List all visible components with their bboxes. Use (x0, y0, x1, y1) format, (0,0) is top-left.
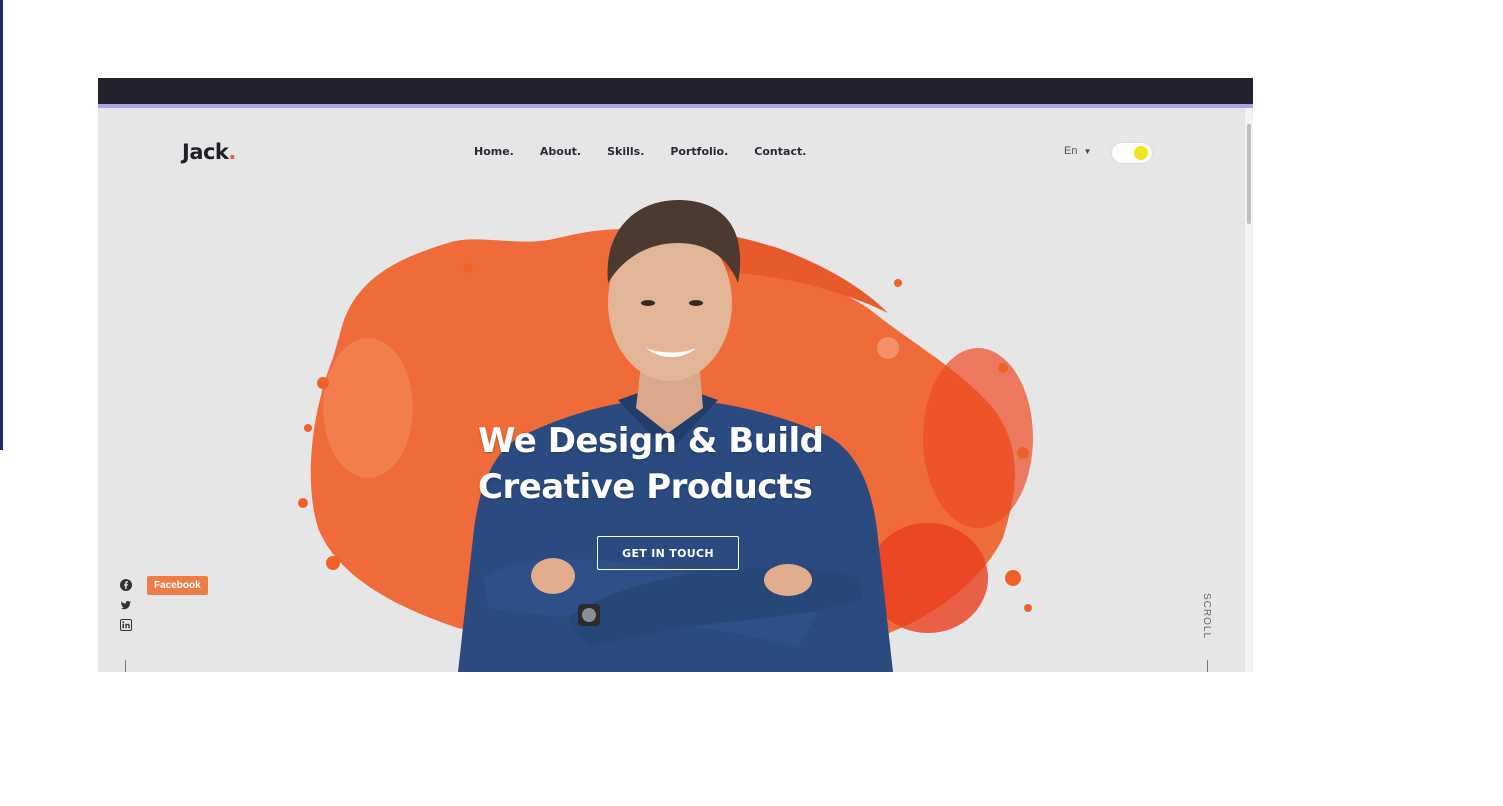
page-scrollbar[interactable] (1245, 108, 1253, 672)
chevron-down-icon: ▼ (1083, 146, 1092, 156)
facebook-icon[interactable] (119, 578, 133, 592)
nav-item-skills[interactable]: Skills. (607, 145, 644, 158)
scrollbar-thumb[interactable] (1247, 124, 1251, 224)
nav-item-portfolio[interactable]: Portfolio. (670, 145, 728, 158)
toggle-knob (1134, 146, 1148, 160)
nav-item-about[interactable]: About. (540, 145, 581, 158)
hero-headline: We Design & Build Creative Products (478, 418, 878, 510)
scroll-line (1207, 660, 1208, 672)
browser-viewport: Jack. Home. About. Skills. Portfolio. Co… (98, 78, 1253, 672)
nav-item-contact[interactable]: Contact. (754, 145, 806, 158)
theme-toggle[interactable] (1112, 143, 1152, 163)
social-links (119, 578, 133, 632)
main-nav: Home. About. Skills. Portfolio. Contact. (474, 145, 832, 158)
get-in-touch-button[interactable]: GET IN TOUCH (597, 536, 739, 570)
language-select[interactable]: En ▼ (1064, 145, 1091, 157)
logo-dot: . (228, 140, 236, 164)
linkedin-icon[interactable] (119, 618, 133, 632)
nav-item-home[interactable]: Home. (474, 145, 514, 158)
social-tooltip: Facebook (147, 576, 208, 595)
window-edge (0, 0, 3, 450)
headline-line-2: Creative Products (478, 467, 813, 507)
social-divider (125, 660, 126, 672)
logo-text: Jack (182, 140, 229, 164)
language-label: En (1064, 145, 1078, 157)
twitter-icon[interactable] (119, 598, 133, 612)
site-logo[interactable]: Jack. (182, 140, 236, 164)
headline-line-1: We Design & Build (478, 421, 824, 461)
scroll-indicator[interactable]: SCROLL (1201, 593, 1212, 639)
browser-top-bar (98, 78, 1253, 104)
hero-image (298, 200, 1033, 672)
